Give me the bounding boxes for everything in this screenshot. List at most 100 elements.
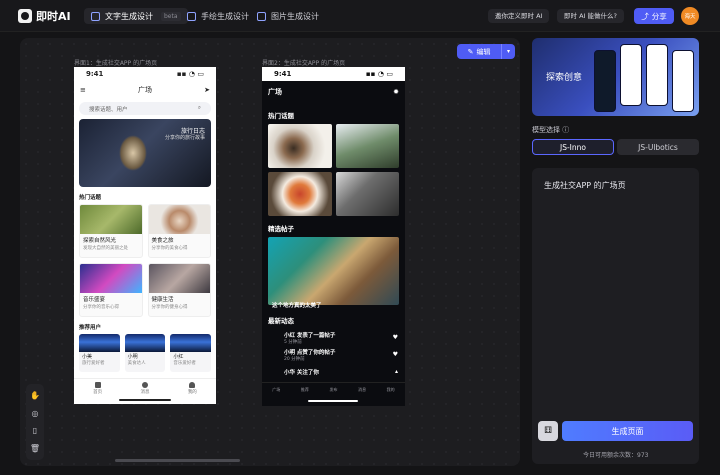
topic-card[interactable]: 美食之旅 分享你的美食心得 xyxy=(147,204,211,258)
tab-image-design[interactable]: 图片生成设计 xyxy=(250,8,326,24)
topic-title: 探索自然风光 xyxy=(83,238,117,244)
tab-text-design[interactable]: 文字生成设计 beta xyxy=(84,8,188,24)
banner-image xyxy=(119,135,147,171)
tab-square[interactable]: 广场 xyxy=(272,387,280,393)
activity-item[interactable]: 小明 点赞了你的帖子 20 分钟前 ♥ xyxy=(262,346,405,363)
signal-icon: ▪▪ ◔ ▭ xyxy=(365,70,393,78)
topic-image xyxy=(148,264,210,293)
tab-messages[interactable]: 消息 xyxy=(140,382,149,395)
user-image xyxy=(79,334,120,352)
promo-phone xyxy=(594,50,616,112)
tab-messages[interactable]: 消息 xyxy=(358,387,366,393)
phone-frame-1[interactable]: 9:41 ▪▪ ◔ ▭ ≡ 广场 ➤ 搜索话题、用户 ⌕ 旅行日志 分享你的旅行… xyxy=(74,67,216,404)
tab-profile[interactable]: 我的 xyxy=(188,382,197,395)
activity-time: 5 分钟前 xyxy=(284,339,302,345)
hot-image[interactable] xyxy=(268,172,332,216)
edit-label: 编辑 xyxy=(476,47,491,56)
topic-sub: 分享你的美食心得 xyxy=(151,246,188,251)
banner[interactable]: 旅行日志 分享你的旅行故事 xyxy=(79,119,211,187)
hot-image[interactable] xyxy=(335,172,399,216)
text-design-icon xyxy=(91,11,100,21)
model-option-ulbotics[interactable]: JS-Ulbotics xyxy=(617,139,699,155)
user-card[interactable]: 小红 音乐爱好者 xyxy=(170,334,212,372)
search-placeholder: 搜索话题、用户 xyxy=(89,106,128,113)
prompt-panel[interactable]: 生成社交APP 的广场页 xyxy=(532,168,699,464)
trash-icon[interactable]: 🗑 xyxy=(30,443,40,453)
heart-icon[interactable]: ♥ xyxy=(393,334,398,341)
phone2-tabbar: 广场 推荐 发布 消息 我的 xyxy=(262,382,405,406)
topic-title: 美食之旅 xyxy=(151,238,174,244)
app-logo[interactable]: 即时AI xyxy=(18,8,71,24)
prompt-text[interactable]: 生成社交APP 的广场页 xyxy=(544,180,626,191)
topic-card[interactable]: 音乐盛宴 分享你的音乐心得 xyxy=(79,263,143,317)
search-icon: ⌕ xyxy=(197,105,201,111)
share-button[interactable]: ⤴ 分享 xyxy=(634,8,674,24)
topic-card[interactable]: 健康生活 分享你的健身心得 xyxy=(147,263,211,317)
tab-label: 消息 xyxy=(140,390,150,395)
hand-icon[interactable]: ✋ xyxy=(30,391,40,401)
frame1-label: 界面1：生成社交APP 的广场页 xyxy=(74,60,158,67)
send-icon[interactable]: ➤ xyxy=(204,86,210,94)
plus-icon[interactable]: ▴ xyxy=(395,368,398,375)
remaining-count: 今日可用额余次数：973 xyxy=(583,452,649,459)
model-option-inno[interactable]: JS-Inno xyxy=(532,139,614,155)
phone1-search[interactable]: 搜索话题、用户 ⌕ xyxy=(79,102,211,115)
featured-caption: 这个地方真的太美了 xyxy=(272,303,322,309)
beta-badge: beta xyxy=(161,11,181,21)
status-bar: 9:41 ▪▪ ◔ ▭ xyxy=(262,67,405,81)
what-link[interactable]: 即时 AI 能做什么? xyxy=(557,9,624,23)
phone-frame-2[interactable]: 9:41 ▪▪ ◔ ▭ 广场 ✹ 热门话题 精选帖子 这个地方真的太美了 最新动… xyxy=(262,67,405,406)
help-icon[interactable]: ⓘ xyxy=(562,126,569,134)
banner-sub: 分享你的旅行故事 xyxy=(164,135,205,141)
tab-label: 手绘生成设计 xyxy=(201,11,249,21)
share-icon: ⤴ xyxy=(641,11,649,21)
tab-home[interactable]: 首页 xyxy=(93,382,102,395)
tab-post[interactable]: 发布 xyxy=(329,387,337,393)
generate-button[interactable]: 生成页面 xyxy=(562,421,693,441)
phone1-header: ≡ 广场 ➤ xyxy=(74,81,216,99)
tab-sketch-design[interactable]: 手绘生成设计 xyxy=(180,8,256,24)
frame2-label: 界面2：生成社交APP 的广场页 xyxy=(262,60,346,67)
phone1-title: 广场 xyxy=(138,86,152,94)
featured-post[interactable]: 这个地方真的太美了 xyxy=(268,237,399,309)
hot-image[interactable] xyxy=(335,124,399,168)
user-icon xyxy=(189,382,196,388)
chevron-down-icon[interactable]: ▾ xyxy=(501,44,515,59)
home-icon xyxy=(94,382,101,388)
target-icon[interactable]: ◎ xyxy=(30,408,40,418)
home-indicator xyxy=(119,399,171,401)
menu-icon[interactable]: ≡ xyxy=(80,86,86,94)
hot-image[interactable] xyxy=(268,124,332,168)
user-sub: 旅行爱好者 xyxy=(82,361,105,366)
section-activity: 最新动态 xyxy=(268,317,294,325)
topic-card[interactable]: 探索自然风光 发现大自然的美丽之处 xyxy=(79,204,143,258)
user-image xyxy=(124,334,166,352)
activity-text: 小华 关注了你 xyxy=(284,369,319,376)
app-name: 即时AI xyxy=(36,10,71,23)
custom-link[interactable]: 邀你定义即时 AI xyxy=(488,9,550,23)
user-card[interactable]: 小美 旅行爱好者 xyxy=(79,334,120,372)
horizontal-scrollbar[interactable] xyxy=(115,459,240,462)
model-label-text: 模型选择 xyxy=(532,126,560,134)
dice-icon[interactable]: ⚅ xyxy=(538,421,558,441)
image-design-icon xyxy=(257,11,266,21)
avatar[interactable]: 海天 xyxy=(681,7,699,25)
edit-button[interactable]: ✎ 编辑 ▾ xyxy=(457,44,515,59)
tab-recommend[interactable]: 推荐 xyxy=(301,387,309,393)
heart-icon[interactable]: ♥ xyxy=(393,351,398,358)
design-canvas[interactable]: 界面1：生成社交APP 的广场页 界面2：生成社交APP 的广场页 ✎ 编辑 ▾ … xyxy=(20,38,520,466)
activity-item[interactable]: 小红 发表了一篇帖子 5 分钟前 ♥ xyxy=(262,329,405,346)
gear-icon[interactable]: ✹ xyxy=(393,88,399,96)
tab-profile[interactable]: 我的 xyxy=(387,387,395,393)
status-time: 9:41 xyxy=(86,70,104,78)
logo-icon xyxy=(18,9,32,23)
tab-label: 文字生成设计 xyxy=(105,11,153,21)
phone-icon[interactable]: ▯ xyxy=(30,426,40,436)
signal-icon: ▪▪ ◔ ▭ xyxy=(176,70,204,78)
activity-item[interactable]: 小华 关注了你 ▴ xyxy=(262,363,405,380)
promo-phone xyxy=(646,44,668,106)
promo-banner[interactable]: 探索创意 xyxy=(532,38,699,116)
status-bar: 9:41 ▪▪ ◔ ▭ xyxy=(74,67,216,81)
user-card[interactable]: 小明 美食达人 xyxy=(124,334,166,372)
topic-image xyxy=(80,205,142,234)
